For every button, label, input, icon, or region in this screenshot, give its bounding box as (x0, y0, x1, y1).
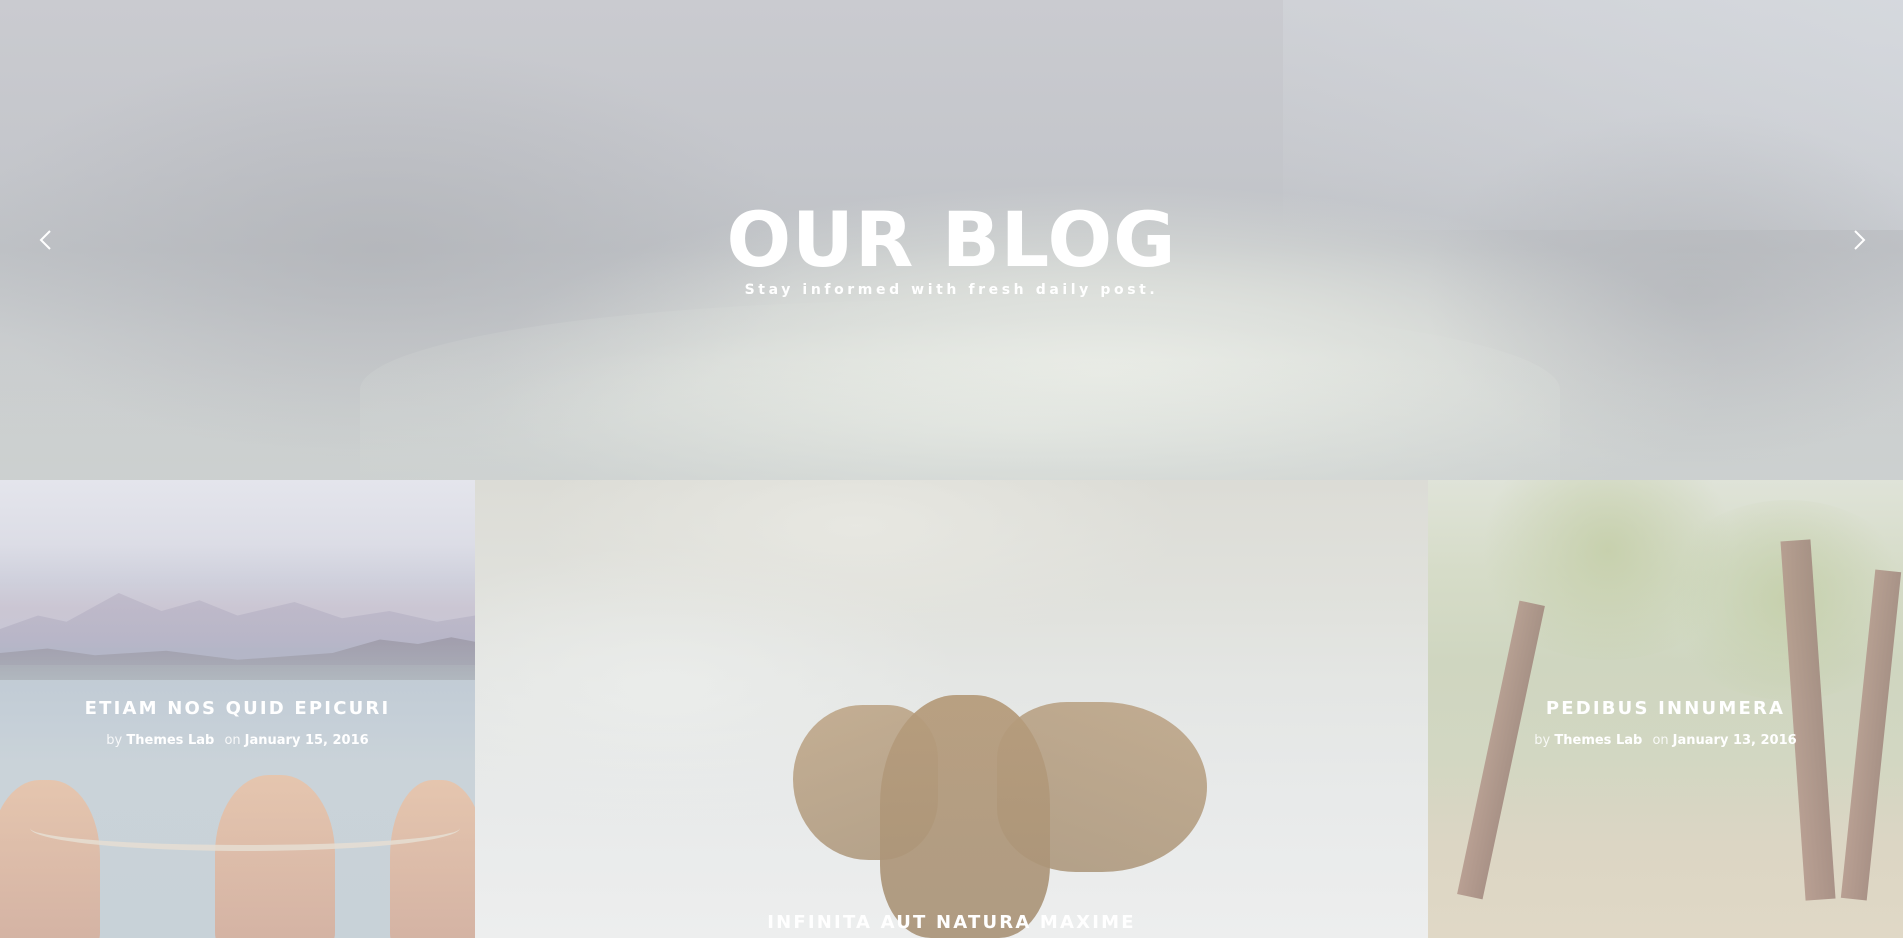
hero-content: OUR BLOG Stay informed with fresh daily … (0, 195, 1903, 299)
slider-next-button[interactable] (1841, 222, 1877, 258)
hero-reflection (0, 360, 1903, 480)
post-image-boat (390, 780, 475, 938)
chevron-right-icon (1854, 230, 1866, 250)
post-author-link[interactable]: Themes Lab (1554, 733, 1642, 748)
post-caption: INFINITA AUT NATURA MAXIME (475, 912, 1428, 933)
post-meta: by Themes Lab on January 15, 2016 (0, 733, 475, 748)
slider-prev-button[interactable] (28, 222, 64, 258)
post-caption: ETIAM NOS QUID EPICURI by Themes Lab on J… (0, 698, 475, 748)
post-title[interactable]: ETIAM NOS QUID EPICURI (0, 698, 475, 719)
post-title[interactable]: INFINITA AUT NATURA MAXIME (475, 912, 1428, 933)
post-image-boat (215, 775, 335, 938)
blog-post-card[interactable]: ETIAM NOS QUID EPICURI by Themes Lab on J… (0, 480, 475, 938)
post-by-label: by (1534, 733, 1551, 748)
chevron-left-icon (39, 230, 51, 250)
post-on-label: on (1652, 733, 1669, 748)
blog-post-card[interactable]: INFINITA AUT NATURA MAXIME (475, 480, 1428, 938)
post-title[interactable]: PEDIBUS INNUMERA (1428, 698, 1903, 719)
blog-posts-grid: ETIAM NOS QUID EPICURI by Themes Lab on J… (0, 480, 1903, 938)
hero-slider: OUR BLOG Stay informed with fresh daily … (0, 0, 1903, 480)
page-subtitle: Stay informed with fresh daily post. (744, 282, 1159, 298)
blog-post-card[interactable]: PEDIBUS INNUMERA by Themes Lab on January… (1428, 480, 1903, 938)
post-date-link[interactable]: January 15, 2016 (245, 733, 369, 748)
post-on-label: on (224, 733, 241, 748)
post-image-boat (0, 780, 100, 938)
post-image-elephant (880, 695, 1050, 938)
post-meta: by Themes Lab on January 13, 2016 (1428, 733, 1903, 748)
post-by-label: by (106, 733, 123, 748)
post-caption: PEDIBUS INNUMERA by Themes Lab on January… (1428, 698, 1903, 748)
post-author-link[interactable]: Themes Lab (126, 733, 214, 748)
post-image-rope (30, 805, 460, 851)
post-date-link[interactable]: January 13, 2016 (1673, 733, 1797, 748)
page-title: OUR BLOG (726, 195, 1177, 284)
